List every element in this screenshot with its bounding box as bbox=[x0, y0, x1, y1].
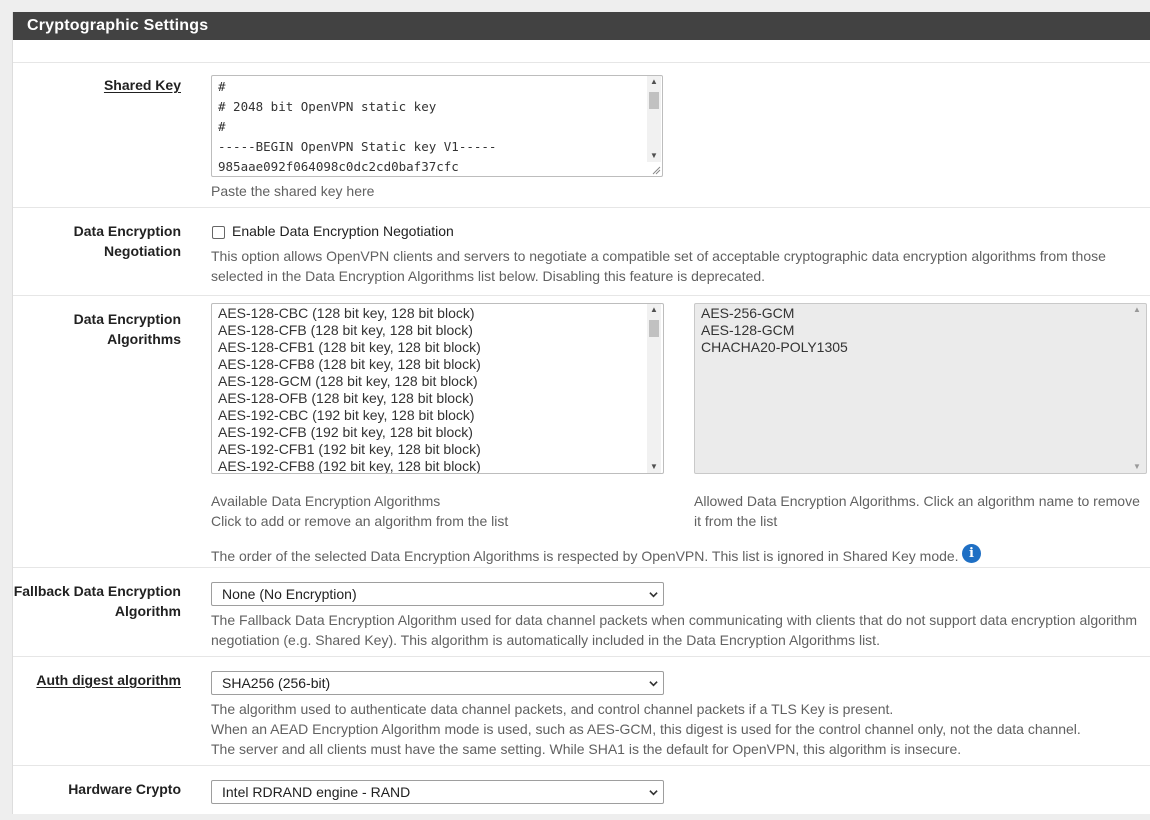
available-algorithm-option[interactable]: AES-128-CBC (128 bit key, 128 bit block) bbox=[218, 305, 663, 322]
fallback-help-line1: The Fallback Data Encryption Algorithm u… bbox=[211, 612, 1138, 628]
ncp-help-line1: This option allows OpenVPN clients and s… bbox=[211, 248, 1106, 264]
auth-digest-help-line2: When an AEAD Encryption Algorithm mode i… bbox=[211, 721, 1081, 737]
fallback-help-line2: negotiation (e.g. Shared Key). This algo… bbox=[211, 632, 880, 648]
hardware-crypto-select[interactable]: Intel RDRAND engine - RAND bbox=[211, 780, 664, 804]
auth-digest-help-line3: The server and all clients must have the… bbox=[211, 741, 962, 757]
available-list-scrollbar[interactable]: ▲ ▼ bbox=[647, 304, 661, 473]
available-algorithm-option[interactable]: AES-128-CFB8 (128 bit key, 128 bit block… bbox=[218, 356, 663, 373]
info-icon[interactable]: i bbox=[962, 544, 981, 563]
available-help-line1: Available Data Encryption Algorithms bbox=[211, 493, 441, 509]
available-algorithm-option[interactable]: AES-128-CFB (128 bit key, 128 bit block) bbox=[218, 322, 663, 339]
hardware-crypto-row: Hardware Crypto Intel RDRAND engine - RA… bbox=[13, 766, 1150, 814]
scroll-up-icon[interactable]: ▲ bbox=[647, 304, 661, 316]
ncp-help-line2: selected in the Data Encryption Algorith… bbox=[211, 268, 766, 284]
fallback-label-line1: Fallback Data Encryption bbox=[13, 583, 181, 599]
allowed-help-line1: Allowed Data Encryption Algorithms. Clic… bbox=[694, 493, 1140, 509]
allowed-algorithms-list[interactable]: AES-256-GCM AES-128-GCM CHACHA20-POLY1305 bbox=[694, 303, 1147, 474]
chevron-down-icon bbox=[649, 681, 658, 687]
allowed-algorithm-option[interactable]: CHACHA20-POLY1305 bbox=[701, 339, 1146, 356]
scroll-up-icon[interactable]: ▲ bbox=[647, 76, 661, 88]
auth-digest-select[interactable]: SHA256 (256-bit) bbox=[211, 671, 664, 695]
scroll-down-icon[interactable]: ▼ bbox=[647, 150, 661, 162]
allowed-algorithm-option[interactable]: AES-128-GCM bbox=[701, 322, 1146, 339]
algorithms-row: Data Encryption Algorithms AES-128-CBC (… bbox=[13, 296, 1150, 568]
crypto-settings-panel: Cryptographic Settings Shared Key ▲ ▼ Pa… bbox=[12, 12, 1150, 814]
shared-key-help: Paste the shared key here bbox=[211, 183, 375, 199]
ncp-label-line2: Negotiation bbox=[104, 243, 181, 259]
resize-handle-icon[interactable] bbox=[651, 165, 661, 175]
algorithms-label-line1: Data Encryption bbox=[73, 311, 181, 327]
fallback-row: Fallback Data Encryption Algorithm None … bbox=[13, 568, 1150, 657]
ncp-checkbox-label[interactable]: Enable Data Encryption Negotiation bbox=[232, 221, 454, 241]
allowed-list-scrollbar[interactable]: ▲ ▼ bbox=[1130, 304, 1144, 473]
scroll-up-icon[interactable]: ▲ bbox=[1130, 304, 1144, 316]
available-algorithm-option[interactable]: AES-128-CFB1 (128 bit key, 128 bit block… bbox=[218, 339, 663, 356]
shared-key-row: Shared Key ▲ ▼ Paste the shared key here bbox=[13, 63, 1150, 208]
allowed-algorithm-option[interactable]: AES-256-GCM bbox=[701, 305, 1146, 322]
available-algorithm-option[interactable]: AES-192-CBC (192 bit key, 128 bit block) bbox=[218, 407, 663, 424]
available-help-line2: Click to add or remove an algorithm from… bbox=[211, 513, 509, 529]
hardware-crypto-label: Hardware Crypto bbox=[68, 781, 181, 797]
hardware-crypto-selected-value: Intel RDRAND engine - RAND bbox=[222, 784, 411, 800]
fallback-selected-value: None (No Encryption) bbox=[222, 586, 357, 602]
available-algorithm-option[interactable]: AES-128-OFB (128 bit key, 128 bit block) bbox=[218, 390, 663, 407]
available-algorithm-option[interactable]: AES-128-GCM (128 bit key, 128 bit block) bbox=[218, 373, 663, 390]
scroll-down-icon[interactable]: ▼ bbox=[1130, 461, 1144, 473]
auth-digest-label[interactable]: Auth digest algorithm bbox=[36, 670, 181, 690]
shared-key-textarea[interactable] bbox=[211, 75, 663, 177]
panel-title: Cryptographic Settings bbox=[13, 12, 1150, 40]
auth-digest-row: Auth digest algorithm SHA256 (256-bit) T… bbox=[13, 657, 1150, 766]
fallback-select[interactable]: None (No Encryption) bbox=[211, 582, 664, 606]
available-algorithm-option[interactable]: AES-192-CFB1 (192 bit key, 128 bit block… bbox=[218, 441, 663, 458]
fallback-label-line2: Algorithm bbox=[114, 603, 181, 619]
chevron-down-icon bbox=[649, 592, 658, 598]
algorithms-order-note: The order of the selected Data Encryptio… bbox=[211, 548, 959, 564]
allowed-help-line2: it from the list bbox=[694, 513, 778, 529]
auth-digest-selected-value: SHA256 (256-bit) bbox=[222, 675, 331, 691]
auth-digest-help-line1: The algorithm used to authenticate data … bbox=[211, 701, 894, 717]
ncp-checkbox[interactable] bbox=[212, 226, 225, 239]
algorithms-label-line2: Algorithms bbox=[107, 331, 181, 347]
available-algorithm-option[interactable]: AES-192-CFB8 (192 bit key, 128 bit block… bbox=[218, 458, 663, 473]
scroll-down-icon[interactable]: ▼ bbox=[647, 461, 661, 473]
available-algorithm-option[interactable]: AES-192-CFB (192 bit key, 128 bit block) bbox=[218, 424, 663, 441]
ncp-row: Data Encryption Negotiation Enable Data … bbox=[13, 208, 1150, 296]
shared-key-label[interactable]: Shared Key bbox=[104, 75, 181, 95]
available-algorithms-list[interactable]: AES-128-CBC (128 bit key, 128 bit block)… bbox=[211, 303, 664, 474]
ncp-label-line1: Data Encryption bbox=[73, 223, 181, 239]
shared-key-scrollbar[interactable]: ▲ ▼ bbox=[647, 76, 661, 162]
chevron-down-icon bbox=[649, 790, 658, 796]
